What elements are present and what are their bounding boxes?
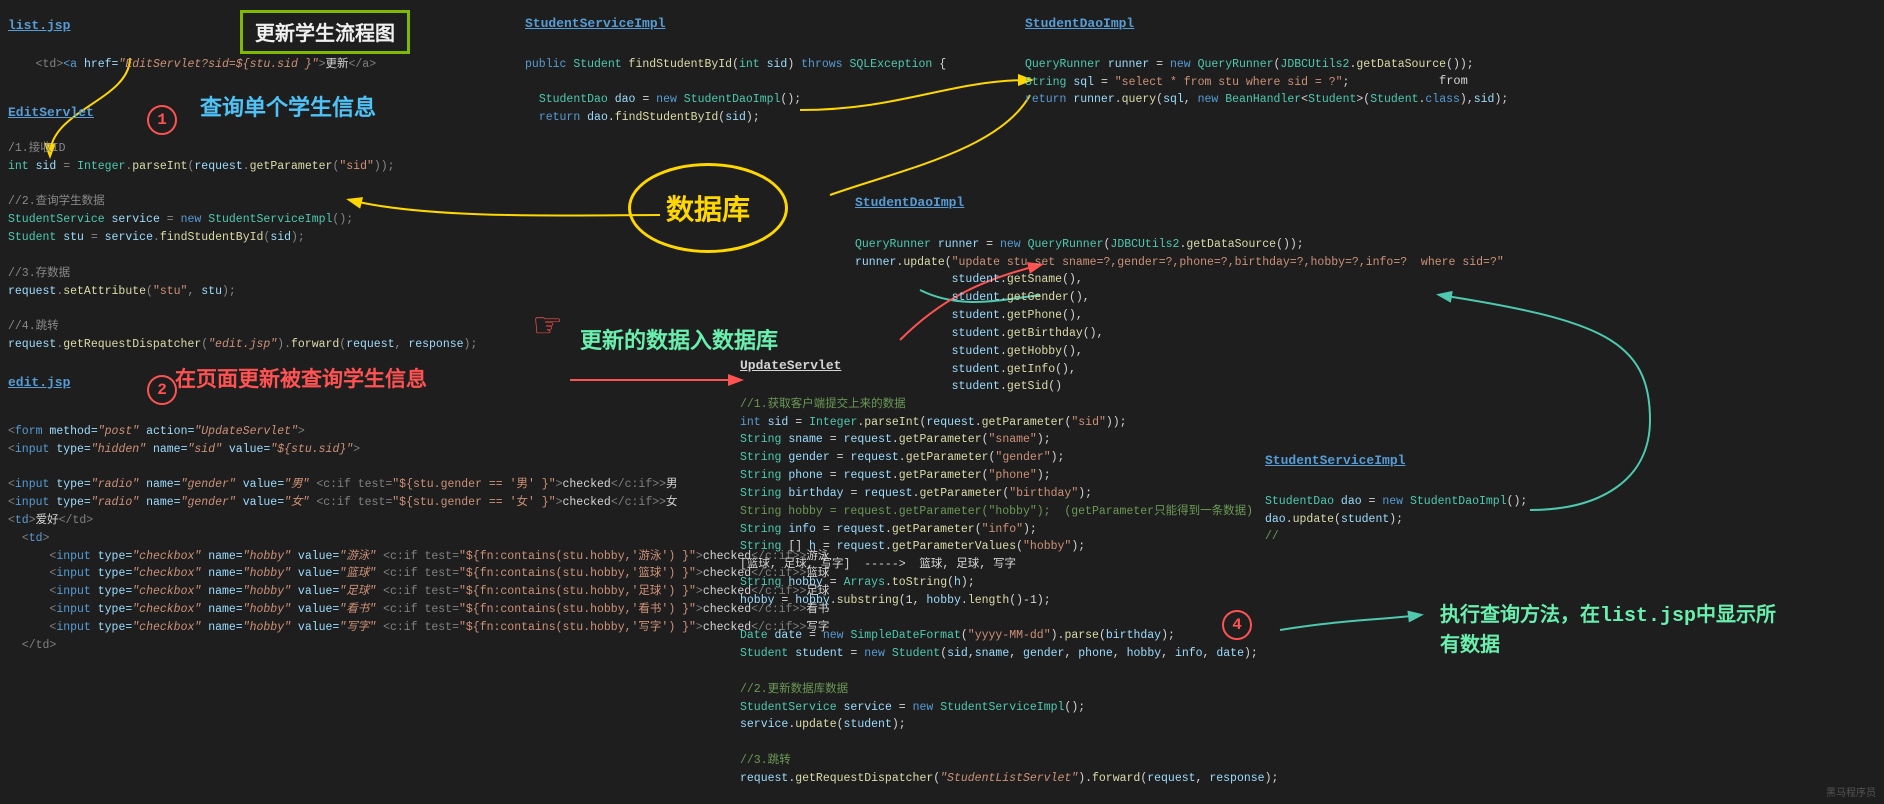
update-page-heading: 在页面更新被查询学生信息	[175, 363, 427, 393]
database-oval: 数据库	[628, 163, 788, 253]
circle-4: 4	[1222, 610, 1252, 640]
student-dao-impl-top-label: StudentDaoImpl	[1025, 16, 1134, 31]
main-canvas: 更新学生流程图 list.jsp <td><a href="EditServle…	[0, 0, 1884, 804]
from-text: from	[1439, 74, 1468, 88]
hand-icon-1: ☞	[535, 300, 560, 352]
edit-jsp-label: edit.jsp	[8, 375, 70, 390]
edit-servlet-code: /1.接收ID int sid = Integer.parseInt(reque…	[8, 140, 477, 354]
circle-2: 2	[147, 375, 177, 405]
list-jsp-code: <td><a href="EditServlet?sid=${stu.sid }…	[8, 38, 376, 91]
student-service-impl-bottom-code: StudentDao dao = new StudentDaoImpl(); d…	[1265, 475, 1527, 546]
student-dao-impl-top-code: QueryRunner runner = new QueryRunner(JDB…	[1025, 38, 1508, 109]
execute-query-heading: 执行查询方法，在list.jsp中显示所有数据	[1440, 598, 1776, 658]
list-jsp-label: list.jsp	[8, 18, 70, 33]
watermark: 黑马程序员	[1826, 784, 1876, 800]
edit-servlet-label: EditServlet	[8, 105, 94, 120]
update-servlet-code: //1.获取客户端提交上来的数据 int sid = Integer.parse…	[740, 378, 1278, 788]
student-dao-impl-bottom-label: StudentDaoImpl	[855, 195, 964, 210]
student-service-impl-top-label: StudentServiceImpl	[525, 16, 665, 31]
edit-jsp-code: <form method="post" action="UpdateServle…	[8, 405, 829, 654]
query-student-heading: 查询单个学生信息	[200, 90, 376, 122]
circle-1: 1	[147, 105, 177, 135]
student-service-impl-bottom-label: StudentServiceImpl	[1265, 453, 1405, 468]
update-servlet-label: UpdateServlet	[740, 358, 841, 373]
student-dao-impl-bottom-code: QueryRunner runner = new QueryRunner(JDB…	[855, 218, 1504, 396]
update-db-heading: 更新的数据入数据库	[580, 323, 778, 355]
student-service-impl-top-code: public Student findStudentById(int sid) …	[525, 38, 946, 127]
